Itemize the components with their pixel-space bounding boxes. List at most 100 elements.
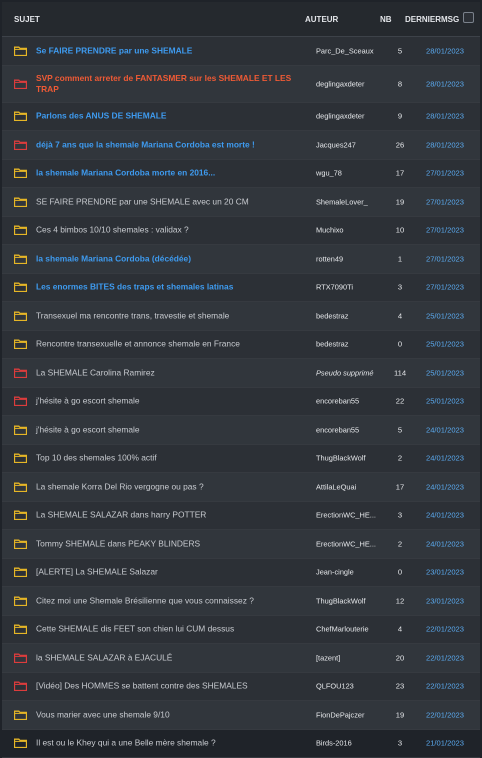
topic-last-message-date[interactable]: 24/01/2023: [415, 425, 475, 434]
topic-row[interactable]: SE FAIRE PRENDRE par une SHEMALE avec un…: [2, 188, 480, 217]
topic-row[interactable]: déjà 7 ans que la shemale Mariana Cordob…: [2, 131, 480, 160]
topic-title-link[interactable]: Tommy SHEMALE dans PEAKY BLINDERS: [36, 538, 304, 549]
topic-last-message-date[interactable]: 22/01/2023: [415, 653, 475, 662]
topic-last-message-date[interactable]: 27/01/2023: [415, 226, 475, 235]
topic-row[interactable]: [ALERTE] La SHEMALE SalazarJean-cingle02…: [2, 559, 480, 588]
topic-title-link[interactable]: La SHEMALE SALAZAR dans harry POTTER: [36, 510, 304, 521]
topic-last-message-date[interactable]: 25/01/2023: [415, 311, 475, 320]
topic-last-message-date[interactable]: 28/01/2023: [415, 140, 475, 149]
topic-title-link[interactable]: j'hésite à go escort shemale: [36, 396, 304, 407]
topic-row[interactable]: Top 10 des shemales 100% actif ThugBlackW…: [2, 445, 480, 474]
topic-title-link[interactable]: La shemale Korra Del Rio vergogne ou pas…: [36, 481, 304, 492]
topic-last-message-date[interactable]: 24/01/2023: [415, 454, 475, 463]
topic-author[interactable]: Muchixo: [316, 226, 380, 235]
topic-title-link[interactable]: Parlons des ANUS DE SHEMALE: [36, 111, 304, 122]
topic-author[interactable]: Jean-cingle: [316, 568, 380, 577]
topic-title-link[interactable]: SE FAIRE PRENDRE par une SHEMALE avec un…: [36, 196, 304, 207]
topic-author[interactable]: bedestraz: [316, 311, 380, 320]
topic-title-link[interactable]: La SHEMALE Carolina Ramirez: [36, 367, 304, 378]
topic-author[interactable]: rotten49: [316, 254, 380, 263]
topic-author[interactable]: ThugBlackWolf: [316, 596, 380, 605]
topic-row[interactable]: Parlons des ANUS DE SHEMALE deglingaxdete…: [2, 103, 480, 132]
topic-last-message-date[interactable]: 28/01/2023: [415, 112, 475, 121]
topic-author[interactable]: ThugBlackWolf: [316, 454, 380, 463]
topic-row[interactable]: Les enormes BITES des traps et shemales …: [2, 274, 480, 303]
topic-last-message-date[interactable]: 27/01/2023: [415, 283, 475, 292]
topic-title-link[interactable]: Se FAIRE PRENDRE par une SHEMALE: [36, 45, 304, 56]
topic-row[interactable]: La SHEMALE Carolina RamirezPseudo suppri…: [2, 359, 480, 388]
topic-author[interactable]: [tazent]: [316, 653, 380, 662]
topic-last-message-date[interactable]: 27/01/2023: [415, 169, 475, 178]
topic-title-link[interactable]: la SHEMALE SALAZAR à EJACULÉ: [36, 652, 304, 663]
topic-row[interactable]: SVP comment arreter de FANTASMER sur les…: [2, 66, 480, 103]
topic-title-link[interactable]: déjà 7 ans que la shemale Mariana Cordob…: [36, 139, 304, 150]
topic-author[interactable]: Parc_De_Sceaux: [316, 46, 380, 55]
topic-author[interactable]: deglingaxdeter: [316, 112, 380, 121]
topic-last-message-date[interactable]: 24/01/2023: [415, 511, 475, 520]
topic-title-link[interactable]: j'hésite à go escort shemale: [36, 424, 304, 435]
topic-title-link[interactable]: Vous marier avec une shemale 9/10: [36, 709, 304, 720]
topic-last-message-date[interactable]: 21/01/2023: [415, 739, 475, 748]
topic-author[interactable]: encoreban55: [316, 397, 380, 406]
topic-row[interactable]: la shemale Mariana Cordoba morte en 2016…: [2, 160, 480, 189]
topic-row[interactable]: j'hésite à go escort shemale encoreban55 2…: [2, 388, 480, 417]
topic-last-message-date[interactable]: 22/01/2023: [415, 625, 475, 634]
topic-row[interactable]: Il est ou le Khey qui a une Belle mère s…: [2, 730, 480, 758]
topic-title-link[interactable]: la shemale Mariana Cordoba morte en 2016…: [36, 168, 304, 179]
topic-last-message-date[interactable]: 25/01/2023: [415, 340, 475, 349]
topic-author[interactable]: RTX7090Ti: [316, 283, 380, 292]
topic-row[interactable]: Transexuel ma rencontre trans, travestie…: [2, 302, 480, 331]
topic-row[interactable]: Cette SHEMALE dis FEET son chien lui CUM…: [2, 616, 480, 645]
topic-last-message-date[interactable]: 27/01/2023: [415, 254, 475, 263]
topic-title-link[interactable]: Top 10 des shemales 100% actif: [36, 453, 304, 464]
topic-row[interactable]: j'hésite à go escort shemaleencoreban555…: [2, 416, 480, 445]
topic-author[interactable]: QLFOU123: [316, 682, 380, 691]
topic-row[interactable]: [Vidéo] Des HOMMES se battent contre des…: [2, 673, 480, 702]
topic-author[interactable]: ErectionWC_HE...: [316, 539, 380, 548]
topic-last-message-date[interactable]: 23/01/2023: [415, 596, 475, 605]
topic-row[interactable]: la SHEMALE SALAZAR à EJACULÉ[tazent]2022…: [2, 644, 480, 673]
topic-author[interactable]: deglingaxdeter: [316, 79, 380, 88]
topic-last-message-date[interactable]: 25/01/2023: [415, 368, 475, 377]
topic-author[interactable]: ShemaleLover_: [316, 197, 380, 206]
topic-last-message-date[interactable]: 28/01/2023: [415, 79, 475, 88]
topic-title-link[interactable]: Cette SHEMALE dis FEET son chien lui CUM…: [36, 624, 304, 635]
topic-title-link[interactable]: SVP comment arreter de FANTASMER sur les…: [36, 73, 304, 95]
topic-row[interactable]: Citez moi une Shemale Brésilienne que vo…: [2, 587, 480, 616]
topic-row[interactable]: Tommy SHEMALE dans PEAKY BLINDERS Erectio…: [2, 530, 480, 559]
topic-row[interactable]: la shemale Mariana Cordoba (décédée) rott…: [2, 245, 480, 274]
topic-title-link[interactable]: Il est ou le Khey qui a une Belle mère s…: [36, 738, 304, 749]
topic-last-message-date[interactable]: 25/01/2023: [415, 397, 475, 406]
topic-author[interactable]: Jacques247: [316, 140, 380, 149]
topic-author[interactable]: bedestraz: [316, 340, 380, 349]
select-all-checkbox[interactable]: [463, 12, 474, 23]
topic-last-message-date[interactable]: 22/01/2023: [415, 682, 475, 691]
topic-title-link[interactable]: Transexuel ma rencontre trans, travestie…: [36, 310, 304, 321]
topic-title-link[interactable]: [Vidéo] Des HOMMES se battent contre des…: [36, 681, 304, 692]
topic-author[interactable]: Birds-2016: [316, 739, 380, 748]
topic-author[interactable]: wgu_78: [316, 169, 380, 178]
topic-author[interactable]: encoreban55: [316, 425, 380, 434]
topic-row[interactable]: La SHEMALE SALAZAR dans harry POTTER Erec…: [2, 502, 480, 531]
topic-last-message-date[interactable]: 22/01/2023: [415, 710, 475, 719]
topic-author[interactable]: AttilaLeQuai: [316, 482, 380, 491]
topic-title-link[interactable]: [ALERTE] La SHEMALE Salazar: [36, 567, 304, 578]
topic-title-link[interactable]: Les enormes BITES des traps et shemales …: [36, 282, 304, 293]
topic-author[interactable]: ErectionWC_HE...: [316, 511, 380, 520]
topic-row[interactable]: La shemale Korra Del Rio vergogne ou pas…: [2, 473, 480, 502]
topic-last-message-date[interactable]: 24/01/2023: [415, 539, 475, 548]
topic-row[interactable]: Ces 4 bimbos 10/10 shemales : validax ? M…: [2, 217, 480, 246]
topic-row[interactable]: Se FAIRE PRENDRE par une SHEMALE Parc_De_…: [2, 37, 480, 66]
topic-title-link[interactable]: la shemale Mariana Cordoba (décédée): [36, 253, 304, 264]
topic-title-link[interactable]: Citez moi une Shemale Brésilienne que vo…: [36, 595, 304, 606]
topic-author[interactable]: FionDePajczer: [316, 710, 380, 719]
topic-title-link[interactable]: Rencontre transexuelle et annonce shemal…: [36, 339, 304, 350]
topic-last-message-date[interactable]: 28/01/2023: [415, 46, 475, 55]
topic-title-link[interactable]: Ces 4 bimbos 10/10 shemales : validax ?: [36, 225, 304, 236]
topic-last-message-date[interactable]: 27/01/2023: [415, 197, 475, 206]
topic-author[interactable]: ChefMarlouterie: [316, 625, 380, 634]
topic-row[interactable]: Rencontre transexuelle et annonce shemal…: [2, 331, 480, 360]
topic-last-message-date[interactable]: 24/01/2023: [415, 482, 475, 491]
topic-row[interactable]: Vous marier avec une shemale 9/10 FionDeP…: [2, 701, 480, 730]
topic-last-message-date[interactable]: 23/01/2023: [415, 568, 475, 577]
